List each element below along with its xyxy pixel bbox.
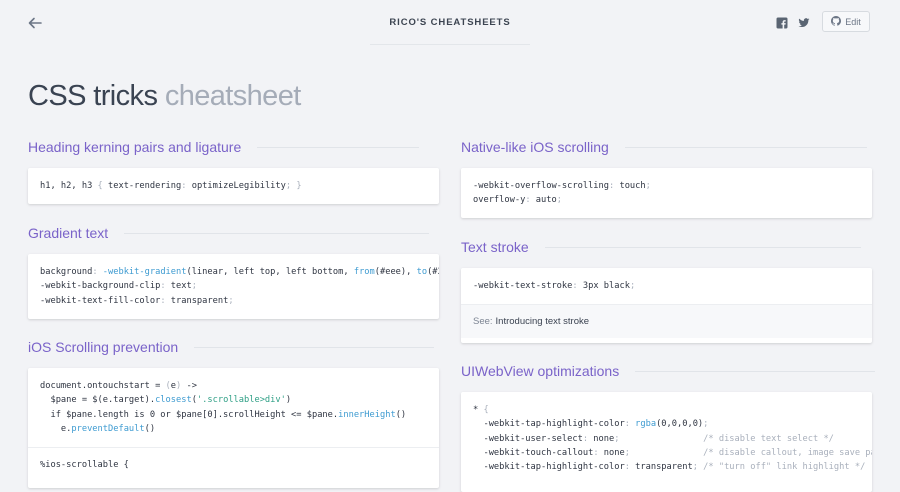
- code-block: document.ontouchstart = (e) -> $pane = $…: [40, 381, 407, 434]
- heading-rule: [124, 232, 430, 234]
- section-heading-native-scroll[interactable]: Native-like iOS scrolling: [461, 139, 867, 155]
- section-heading-gradient[interactable]: Gradient text: [28, 225, 430, 241]
- heading-rule: [257, 146, 420, 148]
- card-footer: See: Introducing text stroke: [461, 304, 872, 339]
- section-heading-ios-prevention[interactable]: iOS Scrolling prevention: [28, 339, 435, 355]
- site-title-underline: [370, 44, 530, 45]
- facebook-icon[interactable]: [776, 16, 788, 29]
- github-icon: [831, 15, 842, 28]
- code-block: * { -webkit-tap-highlight-color: rgba(0,…: [473, 405, 872, 473]
- page-title-light: cheatsheet: [164, 80, 301, 112]
- edit-label: Edit: [845, 16, 861, 27]
- section-heading-kerning[interactable]: Heading kerning pairs and ligature: [28, 139, 420, 155]
- code-card-text-stroke: -webkit-text-stroke: 3px black; See: Int…: [461, 268, 872, 343]
- code-card-native-scroll: -webkit-overflow-scrolling: touch; overf…: [461, 168, 872, 218]
- code-card-ios-prevention: document.ontouchstart = (e) -> $pane = $…: [28, 368, 439, 488]
- code-card-gradient: background: -webkit-gradient(linear, lef…: [28, 254, 439, 319]
- code-block: h1, h2, h3 { text-rendering: optimizeLeg…: [40, 181, 302, 191]
- page-title-main: CSS tricks: [28, 80, 158, 112]
- top-bar: RICO'S CHEATSHEETS Edit: [0, 0, 900, 46]
- introducing-text-stroke-link[interactable]: Introducing text stroke: [496, 316, 589, 327]
- heading-rule: [624, 146, 867, 148]
- section-heading-text-stroke[interactable]: Text stroke: [461, 239, 861, 255]
- page-title: CSS tricks cheatsheet: [28, 80, 301, 113]
- code-card-kerning: h1, h2, h3 { text-rendering: optimizeLeg…: [28, 168, 439, 204]
- see-label: See:: [473, 316, 493, 328]
- twitter-icon[interactable]: [798, 16, 810, 28]
- heading-rule: [635, 370, 876, 372]
- code-block: -webkit-overflow-scrolling: touch; overf…: [473, 181, 651, 206]
- code-card-uiwebview: * { -webkit-tap-highlight-color: rgba(0,…: [461, 392, 872, 492]
- edit-button[interactable]: Edit: [822, 11, 870, 32]
- code-block: -webkit-text-stroke: 3px black;: [473, 281, 636, 291]
- heading-rule: [194, 346, 435, 348]
- code-block: background: -webkit-gradient(linear, lef…: [40, 267, 439, 306]
- section-heading-uiwebview[interactable]: UIWebView optimizations: [461, 363, 876, 379]
- code-block: %ios-scrollable {: [40, 460, 129, 471]
- site-title[interactable]: RICO'S CHEATSHEETS: [0, 17, 900, 28]
- heading-rule: [544, 246, 861, 248]
